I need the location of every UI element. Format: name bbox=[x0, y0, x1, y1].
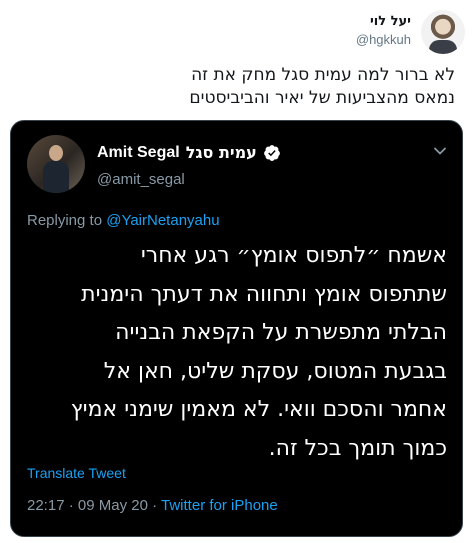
outer-author-block[interactable]: יעל לוי @hgkkuh bbox=[356, 14, 411, 47]
outer-tweet-text-line: נמאס מהצביעות של יאיר והביביסטים bbox=[189, 88, 455, 108]
quoted-author-name-hebrew[interactable]: עמית סגל bbox=[186, 143, 257, 162]
outer-tweet-header: יעל לוי @hgkkuh bbox=[8, 8, 465, 58]
outer-tweet-text-line: לא ברור למה עמית סגל מחק את זה bbox=[191, 65, 455, 85]
quoted-author-handle[interactable]: @amit_segal bbox=[97, 171, 185, 188]
quoted-tweet-text-line: הבלתי מתפשרת על הקפאת הבנייה bbox=[115, 320, 447, 345]
outer-author-name[interactable]: יעל לוי bbox=[356, 14, 411, 29]
quoted-author-name-row[interactable]: Amit Segal עמית סגל bbox=[97, 143, 281, 162]
outer-author-handle[interactable]: @hgkkuh bbox=[356, 32, 411, 47]
reply-mention-link[interactable]: @YairNetanyahu bbox=[106, 212, 219, 229]
translate-tweet-link[interactable]: Translate Tweet bbox=[27, 465, 126, 481]
verified-badge-icon bbox=[263, 144, 280, 161]
tweet-source-link[interactable]: Twitter for iPhone bbox=[161, 497, 278, 514]
replying-to-line: Replying to @YairNetanyahu bbox=[27, 212, 220, 229]
quoted-tweet-text-line: בגבעת המטוס, עסקת שליט, חאן אל bbox=[103, 358, 447, 384]
tweet-meta: 22:17 · 09 May 20 · Twitter for iPhone bbox=[27, 497, 278, 514]
tweet-time[interactable]: 22:17 bbox=[27, 497, 65, 514]
quoted-tweet-text-line: אחמר והסכם וואי. לא מאמין שימני אמיץ bbox=[70, 397, 447, 422]
quoted-tweet-text-line: כמוך תומך בכל זה. bbox=[268, 435, 447, 461]
chevron-down-icon[interactable] bbox=[432, 143, 448, 159]
quoted-tweet-text-line: שתתפוס אומץ ותחווה את דעתך הימנית bbox=[81, 281, 447, 307]
replying-to-label: Replying to bbox=[27, 212, 103, 229]
tweet-date[interactable]: 09 May 20 bbox=[78, 497, 148, 514]
outer-tweet-text: לא ברור למה עמית סגל מחק את זה נמאס מהצב… bbox=[18, 64, 455, 110]
quoted-author-avatar[interactable] bbox=[27, 135, 85, 193]
outer-author-avatar[interactable] bbox=[421, 10, 465, 54]
meta-separator: · bbox=[68, 497, 74, 514]
meta-separator: · bbox=[152, 497, 158, 514]
quoted-author-name[interactable]: Amit Segal bbox=[97, 144, 180, 162]
quoted-tweet-text: אשמח ״לתפוס אומץ״ רגע אחרי שתתפוס אומץ ו… bbox=[27, 237, 447, 468]
quoted-tweet-card[interactable]: Amit Segal עמית סגל @amit_segal Replying… bbox=[10, 120, 463, 537]
quoted-tweet-text-line: אשמח ״לתפוס אומץ״ רגע אחרי bbox=[140, 243, 447, 268]
